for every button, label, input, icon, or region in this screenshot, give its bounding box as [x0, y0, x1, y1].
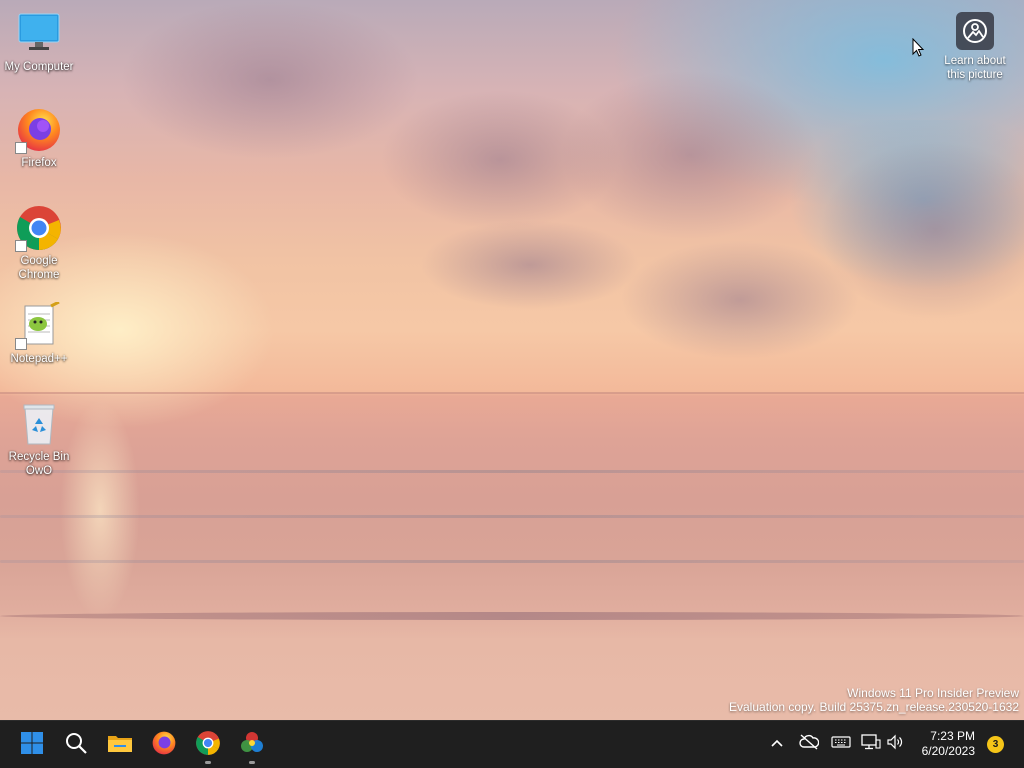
chrome-icon [15, 204, 63, 252]
desktop-icon-label: Notepad++ [10, 353, 68, 365]
color-app-taskbar-button[interactable] [232, 725, 272, 765]
firefox-taskbar-button[interactable] [144, 725, 184, 765]
learn-about-picture[interactable]: Learn about this picture [937, 6, 1013, 82]
chevron-up-icon [770, 735, 784, 753]
desktop [0, 0, 1024, 720]
chrome-icon [195, 730, 221, 761]
watermark-line-2: Evaluation copy. Build 25375.zn_release.… [729, 700, 1019, 714]
color-wheel-icon [239, 730, 265, 761]
speaker-icon [886, 734, 904, 755]
network-icon [861, 733, 881, 755]
desktop-icon-label: Firefox [21, 157, 57, 169]
evaluation-watermark: Windows 11 Pro Insider Preview Evaluatio… [729, 686, 1019, 714]
desktop-icon-my-computer[interactable]: My Computer [1, 10, 77, 74]
wave [0, 515, 1024, 518]
clock[interactable]: 7:23 PM 6/20/2023 [905, 729, 975, 759]
desktop-icon-label: Google Chrome [18, 255, 60, 281]
onedrive-status[interactable] [798, 733, 820, 755]
chrome-taskbar-button[interactable] [188, 725, 228, 765]
notepadpp-icon [15, 300, 63, 350]
clock-time: 7:23 PM [930, 729, 975, 743]
input-indicator[interactable] [830, 733, 852, 755]
clock-date: 6/20/2023 [921, 744, 975, 758]
watermark-line-1: Windows 11 Pro Insider Preview [847, 686, 1019, 700]
cloud [120, 0, 420, 160]
file-explorer-button[interactable] [100, 725, 140, 765]
wave [0, 560, 1024, 563]
running-indicator [205, 761, 211, 764]
show-hidden-icons-button[interactable] [766, 733, 788, 755]
mouse-cursor-icon [912, 37, 926, 63]
cloud [420, 220, 640, 310]
firefox-icon [15, 106, 63, 154]
desktop-icon-label: Recycle Bin OwO [8, 451, 70, 477]
keyboard-icon [831, 735, 851, 754]
volume-control[interactable] [884, 733, 906, 755]
horizon [0, 392, 1024, 394]
shortcut-arrow-icon [15, 338, 27, 350]
desktop-icon-notepadpp[interactable]: Notepad++ [1, 300, 77, 366]
recycle-bin-icon [15, 400, 63, 448]
taskbar: 7:23 PM 6/20/2023 [0, 720, 1024, 768]
learn-about-label: Learn about this picture [944, 55, 1006, 81]
cloud [560, 70, 820, 240]
search-button[interactable] [56, 725, 96, 765]
shortcut-arrow-icon [15, 142, 27, 154]
start-button[interactable] [12, 725, 52, 765]
search-icon [64, 731, 88, 760]
desktop-icon-firefox[interactable]: Firefox [1, 106, 77, 170]
shortcut-arrow-icon [15, 240, 27, 252]
shoreline [0, 612, 1024, 620]
desktop-icon-recycle-bin[interactable]: Recycle Bin OwO [1, 400, 77, 478]
windows-start-icon [20, 731, 44, 760]
desktop-icon-chrome[interactable]: Google Chrome [1, 204, 77, 282]
cloud-offline-icon [799, 733, 820, 755]
camera-icon [956, 12, 994, 50]
wave [0, 470, 1024, 473]
folder-icon [107, 731, 133, 760]
firefox-icon [151, 730, 177, 761]
network-status[interactable] [860, 733, 882, 755]
desktop-icon-label: My Computer [4, 61, 74, 73]
monitor-icon [15, 10, 63, 58]
notification-badge[interactable]: 3 [987, 736, 1004, 753]
running-indicator [249, 761, 255, 764]
cloud [620, 240, 860, 360]
